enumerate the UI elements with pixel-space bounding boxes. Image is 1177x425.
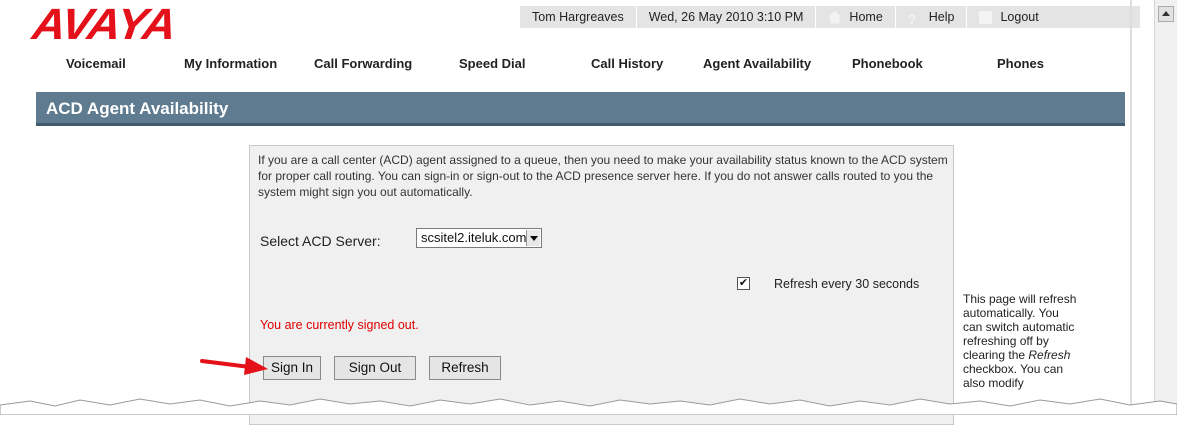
- lock-icon: [979, 10, 993, 24]
- home-link[interactable]: Home: [816, 6, 896, 28]
- nav-voicemail[interactable]: Voicemail: [66, 56, 126, 71]
- refresh-setting: Refresh every 30 seconds: [774, 277, 919, 291]
- refresh-help-note: This page will refresh automatically. Yo…: [963, 292, 1078, 390]
- user-name: Tom Hargreaves: [520, 6, 637, 28]
- nav-speed-dial[interactable]: Speed Dial: [459, 56, 525, 71]
- nav-my-information[interactable]: My Information: [184, 56, 277, 71]
- select-server-label: Select ACD Server:: [260, 233, 381, 249]
- acd-server-value: scsitel2.iteluk.com: [421, 230, 527, 245]
- page-title: ACD Agent Availability: [36, 92, 1125, 126]
- acd-server-select[interactable]: scsitel2.iteluk.com: [416, 228, 542, 248]
- help-label: Help: [928, 10, 955, 24]
- nav-agent-availability[interactable]: Agent Availability: [703, 56, 811, 71]
- chevron-down-icon[interactable]: [526, 230, 540, 246]
- sign-in-button[interactable]: Sign In: [263, 356, 321, 380]
- note-refresh-italic: Refresh: [1028, 348, 1071, 362]
- refresh-interval: 30: [855, 277, 870, 291]
- avaya-logo: AVAYA: [29, 0, 179, 49]
- nav-phones[interactable]: Phones: [997, 56, 1044, 71]
- torn-edge: [0, 398, 1177, 415]
- page: AVAYA Tom Hargreaves Wed, 26 May 2010 3:…: [0, 0, 1150, 425]
- logout-label: Logout: [1000, 10, 1039, 24]
- nav-phonebook[interactable]: Phonebook: [852, 56, 923, 71]
- refresh-button[interactable]: Refresh: [429, 356, 501, 380]
- nav-call-history[interactable]: Call History: [591, 56, 663, 71]
- help-link[interactable]: ? Help: [896, 6, 968, 28]
- refresh-checkbox[interactable]: ✔: [737, 277, 750, 290]
- help-icon: ?: [907, 10, 917, 27]
- vertical-scrollbar[interactable]: [1154, 0, 1177, 415]
- home-icon: [828, 10, 842, 24]
- acd-panel: If you are a call center (ACD) agent ass…: [249, 145, 954, 425]
- home-label: Home: [849, 10, 883, 24]
- page-edge: [1130, 0, 1132, 415]
- annotation-arrow-icon: [200, 357, 268, 375]
- date-time: Wed, 26 May 2010 3:10 PM: [637, 6, 817, 28]
- intro-text: If you are a call center (ACD) agent ass…: [258, 153, 948, 199]
- note-text-2: checkbox. You can also modify: [963, 362, 1064, 390]
- refresh-prefix: Refresh every: [774, 277, 852, 291]
- top-toolbar: Tom Hargreaves Wed, 26 May 2010 3:10 PM …: [520, 6, 1140, 28]
- logout-link[interactable]: Logout: [967, 6, 1050, 28]
- refresh-suffix: seconds: [872, 277, 920, 291]
- scroll-up-arrow-icon[interactable]: [1158, 6, 1174, 22]
- signin-status: You are currently signed out.: [260, 318, 419, 332]
- nav-call-forwarding[interactable]: Call Forwarding: [314, 56, 412, 71]
- sign-out-button[interactable]: Sign Out: [334, 356, 416, 380]
